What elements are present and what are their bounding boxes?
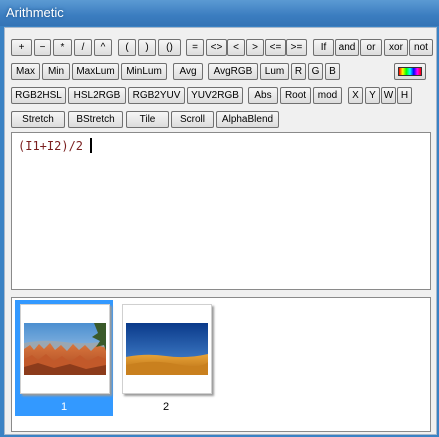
image-gallery: 1 2	[11, 297, 431, 432]
gallery-item-label: 2	[162, 401, 170, 413]
minlum-button[interactable]: MinLum	[121, 63, 167, 80]
min-button[interactable]: Min	[42, 63, 70, 80]
power-button[interactable]: ^	[94, 39, 112, 56]
desert-dunes-photo	[126, 323, 208, 375]
h-button[interactable]: H	[397, 87, 412, 104]
lum-button[interactable]: Lum	[260, 63, 289, 80]
w-button[interactable]: W	[381, 87, 396, 104]
multiply-button[interactable]: *	[53, 39, 72, 56]
expression-text: (I1+I2)/2	[18, 139, 84, 153]
color-palette-button[interactable]	[394, 63, 426, 80]
avg-button[interactable]: Avg	[173, 63, 203, 80]
gallery-item[interactable]: 2	[117, 300, 215, 416]
close-paren-button[interactable]: )	[138, 39, 156, 56]
less-than-button[interactable]: <	[227, 39, 245, 56]
g-button[interactable]: G	[308, 63, 323, 80]
yuv2rgb-button[interactable]: YUV2RGB	[187, 87, 243, 104]
xor-button[interactable]: xor	[384, 39, 408, 56]
color-palette-icon	[398, 67, 422, 76]
parens-button[interactable]: ()	[158, 39, 181, 56]
alphablend-button[interactable]: AlphaBlend	[216, 111, 279, 128]
and-button[interactable]: and	[335, 39, 359, 56]
rgb2hsl-button[interactable]: RGB2HSL	[11, 87, 66, 104]
x-button[interactable]: X	[348, 87, 363, 104]
greater-equal-button[interactable]: >=	[286, 39, 307, 56]
tile-button[interactable]: Tile	[126, 111, 169, 128]
open-paren-button[interactable]: (	[118, 39, 136, 56]
not-equal-button[interactable]: <>	[206, 39, 227, 56]
canyon-hoodoos-photo	[24, 323, 106, 375]
gallery-item[interactable]: 1	[15, 300, 113, 416]
thumbnail-frame	[20, 304, 110, 394]
or-button[interactable]: or	[360, 39, 382, 56]
if-button[interactable]: If	[313, 39, 334, 56]
title-bar[interactable]: Arithmetic	[0, 0, 439, 26]
gallery-item-label: 1	[60, 401, 68, 413]
greater-than-button[interactable]: >	[246, 39, 264, 56]
expression-editor[interactable]: (I1+I2)/2	[11, 132, 431, 290]
y-button[interactable]: Y	[365, 87, 380, 104]
less-equal-button[interactable]: <=	[265, 39, 286, 56]
plus-button[interactable]: +	[11, 39, 32, 56]
b-button[interactable]: B	[325, 63, 340, 80]
root-button[interactable]: Root	[280, 87, 311, 104]
bstretch-button[interactable]: BStretch	[68, 111, 123, 128]
avgrgb-button[interactable]: AvgRGB	[208, 63, 258, 80]
abs-button[interactable]: Abs	[248, 87, 278, 104]
scroll-button[interactable]: Scroll	[171, 111, 214, 128]
mod-button[interactable]: mod	[313, 87, 342, 104]
thumbnail-frame	[122, 304, 212, 394]
maxlum-button[interactable]: MaxLum	[72, 63, 119, 80]
stretch-button[interactable]: Stretch	[11, 111, 65, 128]
rgb2yuv-button[interactable]: RGB2YUV	[128, 87, 185, 104]
window-client-area: + − * / ^ ( ) () = <> < > <= >= If and o…	[4, 27, 437, 435]
max-button[interactable]: Max	[11, 63, 40, 80]
hsl2rgb-button[interactable]: HSL2RGB	[68, 87, 126, 104]
text-caret	[90, 138, 92, 153]
divide-button[interactable]: /	[74, 39, 92, 56]
window-title: Arithmetic	[6, 5, 64, 20]
r-button[interactable]: R	[291, 63, 306, 80]
minus-button[interactable]: −	[34, 39, 51, 56]
not-button[interactable]: not	[409, 39, 433, 56]
equals-button[interactable]: =	[186, 39, 204, 56]
